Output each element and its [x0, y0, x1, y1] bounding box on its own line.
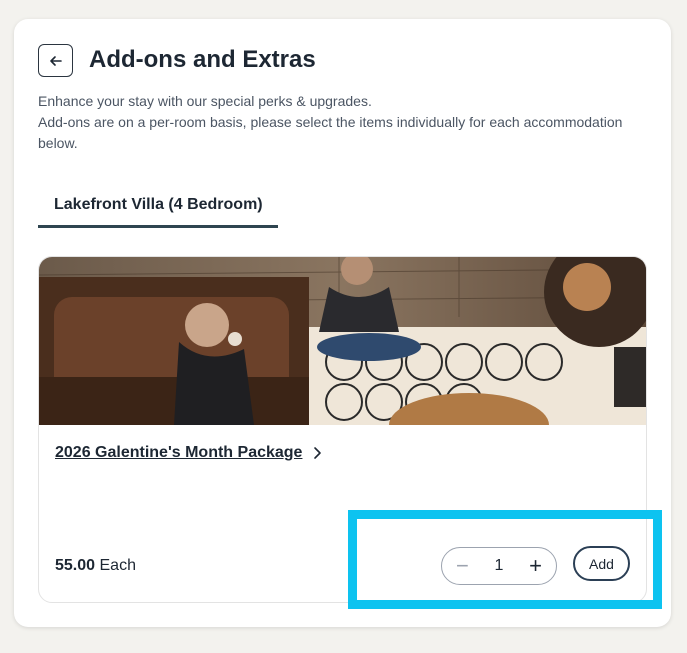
tab-label: Lakefront Villa (4 Bedroom) — [54, 196, 263, 213]
addons-card: Add-ons and Extras Enhance your stay wit… — [14, 19, 671, 627]
decrement-button[interactable]: − — [456, 555, 469, 577]
increment-button[interactable]: + — [529, 555, 542, 577]
addon-price: 55.00 Each — [55, 557, 136, 575]
description-line-2: Add-ons are on a per-room basis, please … — [38, 114, 623, 151]
quantity-value: 1 — [494, 557, 504, 574]
price-value: 55.00 — [55, 557, 96, 574]
tab-lakefront-villa[interactable]: Lakefront Villa (4 Bedroom) — [38, 192, 278, 228]
addon-item-card: 2026 Galentine's Month Package 55.00 Eac… — [38, 256, 647, 603]
description-line-1: Enhance your stay with our special perks… — [38, 93, 372, 109]
arrow-left-icon — [49, 55, 62, 66]
addon-title-link[interactable]: 2026 Galentine's Month Package — [55, 444, 322, 462]
addon-title[interactable]: 2026 Galentine's Month Package — [55, 444, 302, 462]
add-button[interactable]: Add — [573, 546, 630, 581]
chevron-right-icon — [314, 447, 322, 459]
page-title: Add-ons and Extras — [89, 46, 316, 73]
back-button[interactable] — [38, 44, 73, 77]
addon-photo — [39, 257, 646, 425]
page-description: Enhance your stay with our special perks… — [38, 91, 638, 154]
quantity-stepper[interactable]: − 1 + — [441, 547, 557, 585]
price-unit: Each — [99, 557, 136, 574]
